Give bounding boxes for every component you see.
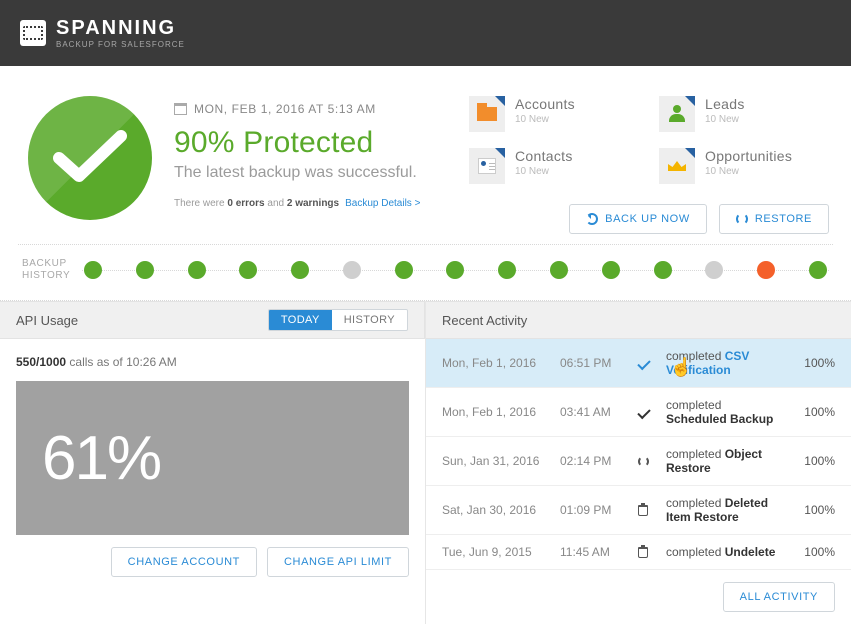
activity-time: 03:41 AM (560, 405, 630, 419)
activity-name: completed Scheduled Backup (666, 398, 785, 426)
tab-today[interactable]: TODAY (269, 310, 332, 330)
activity-row[interactable]: Tue, Jun 9, 2015 11:45 AM completed Undele… (426, 535, 851, 570)
activity-name: completed Undelete (666, 545, 785, 559)
folder-icon (469, 96, 505, 132)
change-account-button[interactable]: CHANGE ACCOUNT (111, 547, 257, 577)
protected-headline: 90% Protected (174, 126, 420, 160)
backup-icon (586, 213, 598, 225)
activity-row[interactable]: Mon, Feb 1, 2016 03:41 AM completed Schedu… (426, 388, 851, 437)
activity-percent: 100% (793, 356, 835, 370)
brand-name: SPANNING (56, 18, 185, 38)
status-badge (28, 96, 152, 220)
trash-icon (638, 547, 648, 558)
restore-button[interactable]: RESTORE (719, 204, 829, 234)
activity-row[interactable]: Sat, Jan 30, 2016 01:09 PM completed Delet… (426, 486, 851, 535)
activity-name: completed Object Restore (666, 447, 785, 475)
api-tabs: TODAY HISTORY (268, 309, 408, 331)
api-panel-title: API Usage (16, 313, 78, 328)
activity-time: 11:45 AM (560, 545, 630, 559)
history-dots (82, 261, 829, 279)
api-usage-box: 61% (16, 381, 409, 535)
backup-details-link[interactable]: Backup Details > (345, 198, 420, 209)
card-opportunities[interactable]: Opportunities10 New (659, 148, 829, 184)
activity-time: 01:09 PM (560, 503, 630, 517)
api-usage-panel: API Usage TODAY HISTORY 550/1000 calls a… (0, 301, 425, 624)
activity-percent: 100% (793, 545, 835, 559)
lower-panels: API Usage TODAY HISTORY 550/1000 calls a… (0, 301, 851, 624)
crown-icon (659, 148, 695, 184)
sync-icon (638, 456, 649, 467)
history-dot[interactable] (291, 261, 309, 279)
check-icon (637, 405, 650, 418)
trash-icon (638, 505, 648, 516)
card-leads[interactable]: Leads10 New (659, 96, 829, 132)
activity-time: 02:14 PM (560, 454, 630, 468)
card-accounts[interactable]: Accounts10 New (469, 96, 639, 132)
api-usage-percent: 61% (42, 423, 160, 494)
activity-time: 06:51 PM (560, 356, 630, 370)
activity-date: Tue, Jun 9, 2015 (442, 545, 552, 559)
activity-date: Sun, Jan 31, 2016 (442, 454, 552, 468)
backup-history-track: BACKUP HISTORY (0, 244, 851, 301)
activity-percent: 100% (793, 405, 835, 419)
logo-icon (20, 20, 46, 46)
activity-panel-title: Recent Activity (442, 313, 527, 328)
history-dot[interactable] (239, 261, 257, 279)
api-calls-line: 550/1000 calls as of 10:26 AM (16, 355, 409, 369)
history-dot[interactable] (343, 261, 361, 279)
top-bar: SPANNING BACKUP FOR SALESFORCE (0, 0, 851, 66)
brand-text: SPANNING BACKUP FOR SALESFORCE (56, 18, 185, 49)
tab-history[interactable]: HISTORY (332, 310, 407, 330)
activity-name: completed CSV Verification (666, 349, 785, 377)
calendar-icon (174, 103, 187, 115)
history-dot[interactable] (188, 261, 206, 279)
activity-row[interactable]: Mon, Feb 1, 2016 06:51 PM completed CSV Ve… (426, 339, 851, 388)
history-dot[interactable] (395, 261, 413, 279)
hero-section: MON, FEB 1, 2016 AT 5:13 AM 90% Protecte… (0, 66, 851, 244)
history-dot[interactable] (84, 261, 102, 279)
activity-rows: Mon, Feb 1, 2016 06:51 PM completed CSV Ve… (426, 339, 851, 570)
back-up-now-button[interactable]: BACK UP NOW (569, 204, 707, 234)
activity-percent: 100% (793, 454, 835, 468)
change-api-limit-button[interactable]: CHANGE API LIMIT (267, 547, 409, 577)
card-contacts[interactable]: Contacts10 New (469, 148, 639, 184)
recent-activity-panel: Recent Activity Mon, Feb 1, 2016 06:51 PM… (425, 301, 851, 624)
activity-percent: 100% (793, 503, 835, 517)
history-dot[interactable] (757, 261, 775, 279)
history-dot[interactable] (654, 261, 672, 279)
contact-card-icon (469, 148, 505, 184)
history-dot[interactable] (705, 261, 723, 279)
activity-date: Mon, Feb 1, 2016 (442, 356, 552, 370)
history-dot[interactable] (446, 261, 464, 279)
all-activity-button[interactable]: ALL ACTIVITY (723, 582, 835, 612)
history-dot[interactable] (602, 261, 620, 279)
activity-date: Mon, Feb 1, 2016 (442, 405, 552, 419)
summary-cards: Accounts10 New Leads10 New Contacts10 Ne… (469, 96, 829, 184)
activity-row[interactable]: Sun, Jan 31, 2016 02:14 PM completed Objec… (426, 437, 851, 486)
backup-subtitle: The latest backup was successful. (174, 164, 420, 182)
restore-icon (736, 213, 748, 225)
history-dot[interactable] (550, 261, 568, 279)
activity-name: completed Deleted Item Restore (666, 496, 785, 524)
history-label: BACKUP HISTORY (22, 258, 82, 282)
error-warning-line: There were 0 errors and 2 warningsBackup… (174, 198, 420, 209)
brand-tagline: BACKUP FOR SALESFORCE (56, 40, 185, 49)
activity-date: Sat, Jan 30, 2016 (442, 503, 552, 517)
backup-datetime: MON, FEB 1, 2016 AT 5:13 AM (174, 102, 420, 116)
history-dot[interactable] (809, 261, 827, 279)
user-icon (659, 96, 695, 132)
history-dot[interactable] (498, 261, 516, 279)
history-dot[interactable] (136, 261, 154, 279)
check-icon (637, 356, 650, 369)
checkmark-icon (53, 128, 127, 186)
